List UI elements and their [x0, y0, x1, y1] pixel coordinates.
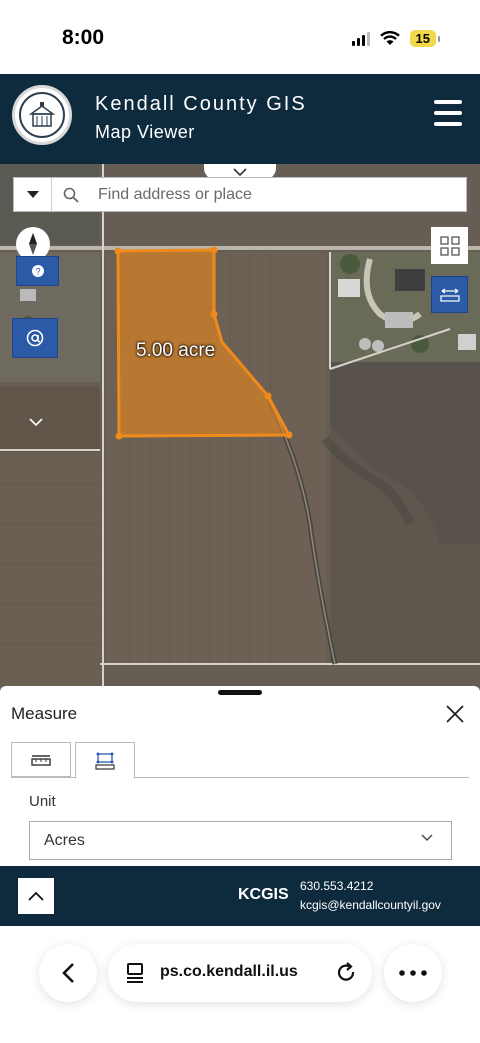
county-seal-logo[interactable] — [12, 85, 72, 145]
map-view[interactable]: Find address or place ? 5.00 acre — [0, 164, 480, 700]
app-subtitle: Map Viewer — [95, 122, 195, 142]
status-time: 8:00 — [62, 26, 105, 49]
footer-phone[interactable]: 630.553.4212 — [300, 879, 373, 893]
cellular-signal-icon — [351, 31, 370, 46]
menu-button[interactable] — [434, 100, 462, 126]
help-icon: ? — [31, 265, 44, 277]
measure-tabs — [11, 742, 469, 779]
measure-panel-title: Measure — [11, 704, 78, 723]
courthouse-icon — [28, 102, 56, 127]
caret-down-icon — [26, 191, 39, 198]
browser-toolbar: ps.co.kendall.il.us — [0, 926, 480, 1043]
unit-label: Unit — [29, 793, 56, 810]
at-sign-icon — [26, 329, 44, 347]
area-tab-icon — [95, 752, 115, 770]
unit-select-value: Acres — [44, 831, 85, 849]
measure-panel: Measure Unit Acres — [0, 686, 480, 866]
reload-icon[interactable] — [336, 962, 358, 984]
expand-tools-button[interactable] — [26, 414, 46, 430]
status-indicators: 15 — [351, 30, 441, 47]
measure-tool-button[interactable] — [431, 276, 468, 313]
wifi-icon — [379, 31, 400, 45]
locate-button[interactable]: ? — [16, 256, 59, 286]
more-button[interactable] — [384, 944, 442, 1002]
app-footer: KCGIS 630.553.4212 kcgis@kendallcountyil… — [0, 866, 480, 926]
chevron-left-icon — [62, 963, 74, 983]
measure-ruler-icon — [439, 287, 460, 302]
area-measurement-label: 5.00 acre — [136, 340, 216, 361]
close-button[interactable] — [444, 703, 466, 725]
search-input[interactable]: Find address or place — [98, 186, 252, 204]
unit-select[interactable]: Acres — [29, 821, 452, 860]
chevron-down-icon — [233, 167, 247, 176]
tab-distance[interactable] — [11, 742, 71, 777]
chevron-up-icon — [28, 891, 44, 901]
chevron-down-icon — [421, 834, 433, 841]
footer-brand: KCGIS — [238, 886, 289, 903]
app-title: Kendall County GIS — [95, 93, 307, 115]
search-source-dropdown[interactable] — [14, 178, 52, 211]
status-bar: 8:00 15 — [0, 0, 480, 74]
url-text: ps.co.kendall.il.us — [160, 963, 298, 980]
address-bar[interactable]: ps.co.kendall.il.us — [108, 944, 372, 1002]
back-button[interactable] — [39, 944, 97, 1002]
expand-panel-button[interactable] — [18, 878, 54, 914]
close-icon — [446, 705, 464, 723]
satellite-imagery — [0, 164, 480, 700]
panel-drag-handle[interactable] — [218, 690, 262, 695]
basemap-gallery-button[interactable] — [431, 227, 468, 264]
battery-indicator: 15 — [409, 30, 441, 47]
share-button[interactable] — [12, 318, 58, 358]
chevron-down-icon — [29, 418, 43, 426]
app-header: Kendall County GIS Map Viewer — [0, 74, 480, 164]
page-menu-icon — [127, 963, 143, 983]
svg-text:?: ? — [35, 267, 40, 277]
ellipsis-icon — [399, 970, 427, 976]
grid-icon — [439, 235, 460, 256]
tab-area[interactable] — [75, 742, 135, 779]
search-bar: Find address or place — [13, 177, 467, 212]
footer-email[interactable]: kcgis@kendallcountyil.gov — [300, 898, 441, 912]
distance-tab-icon — [31, 754, 51, 766]
search-icon — [52, 187, 90, 203]
